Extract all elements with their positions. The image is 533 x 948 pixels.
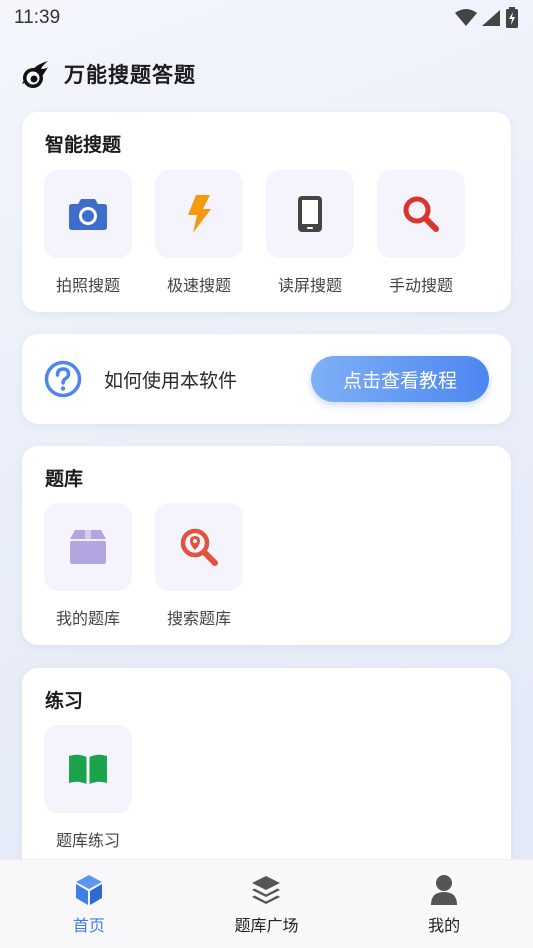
tile-label: 读屏搜题 — [277, 276, 342, 295]
search-icon — [403, 196, 439, 232]
screen-search-button[interactable]: 读屏搜题 — [266, 170, 354, 296]
tab-mine[interactable]: 我的 — [369, 860, 519, 948]
tab-label: 我的 — [428, 916, 461, 935]
user-icon — [431, 875, 458, 905]
lightning-icon — [188, 195, 211, 233]
signal-icon — [482, 10, 500, 26]
box-icon — [70, 530, 106, 564]
status-bar: 11:39 — [0, 0, 533, 36]
tab-home[interactable]: 首页 — [14, 860, 164, 948]
tile-label: 手动搜题 — [388, 276, 453, 295]
smart-search-card: 智能搜题 拍照搜题 极速搜题 读屏搜题 手动搜题 — [22, 112, 511, 312]
manual-search-button[interactable]: 手动搜题 — [377, 170, 465, 296]
practice-tiles: 题库练习 — [44, 725, 132, 851]
wifi-icon — [455, 9, 477, 26]
screen-search-tile-icon — [266, 170, 354, 258]
tab-label: 首页 — [72, 916, 105, 935]
view-tutorial-button[interactable]: 点击查看教程 — [311, 356, 489, 402]
bank-practice-tile-icon — [44, 725, 132, 813]
tab-label: 题库广场 — [234, 916, 299, 935]
practice-title: 练习 — [45, 690, 84, 712]
my-bank-tile-icon — [44, 503, 132, 591]
tile-label: 题库练习 — [55, 831, 120, 850]
tile-label: 我的题库 — [55, 609, 120, 628]
meteor-logo-icon — [22, 61, 48, 88]
app-header: 万能搜题答题 — [20, 56, 196, 92]
question-bank-tiles: 我的题库 搜索题库 — [44, 503, 243, 629]
phone-icon — [298, 196, 322, 232]
bottom-tab-bar: 首页 题库广场 我的 — [0, 859, 533, 948]
battery-charging-icon — [506, 7, 518, 28]
book-icon — [69, 754, 107, 784]
help-text: 如何使用本软件 — [104, 369, 238, 392]
tab-bank-square[interactable]: 题库广场 — [191, 860, 341, 948]
smart-search-title: 智能搜题 — [45, 134, 122, 156]
tile-label: 极速搜题 — [166, 276, 231, 295]
question-circle-icon — [44, 360, 82, 398]
cube-icon — [75, 875, 102, 905]
camera-icon — [69, 199, 107, 230]
fast-search-button[interactable]: 极速搜题 — [155, 170, 243, 296]
my-bank-button[interactable]: 我的题库 — [44, 503, 132, 629]
smart-search-tiles: 拍照搜题 极速搜题 读屏搜题 手动搜题 — [44, 170, 465, 296]
help-card: 如何使用本软件 点击查看教程 — [22, 334, 511, 424]
layers-icon — [252, 876, 281, 904]
app-title: 万能搜题答题 — [64, 63, 196, 87]
question-bank-card: 题库 我的题库 搜索题库 — [22, 446, 511, 645]
search-bank-tile-icon — [155, 503, 243, 591]
practice-card: 练习 题库练习 — [22, 668, 511, 878]
photo-search-button[interactable]: 拍照搜题 — [44, 170, 132, 296]
status-time: 11:39 — [14, 7, 61, 28]
search-bank-button[interactable]: 搜索题库 — [155, 503, 243, 629]
status-icons — [455, 7, 519, 29]
manual-search-tile-icon — [377, 170, 465, 258]
fast-search-tile-icon — [155, 170, 243, 258]
help-row: 如何使用本软件 — [44, 334, 237, 424]
tile-label: 搜索题库 — [166, 609, 231, 628]
photo-search-tile-icon — [44, 170, 132, 258]
search-location-icon — [180, 528, 218, 566]
bank-practice-button[interactable]: 题库练习 — [44, 725, 132, 851]
question-bank-title: 题库 — [45, 468, 84, 490]
tile-label: 拍照搜题 — [55, 276, 120, 295]
